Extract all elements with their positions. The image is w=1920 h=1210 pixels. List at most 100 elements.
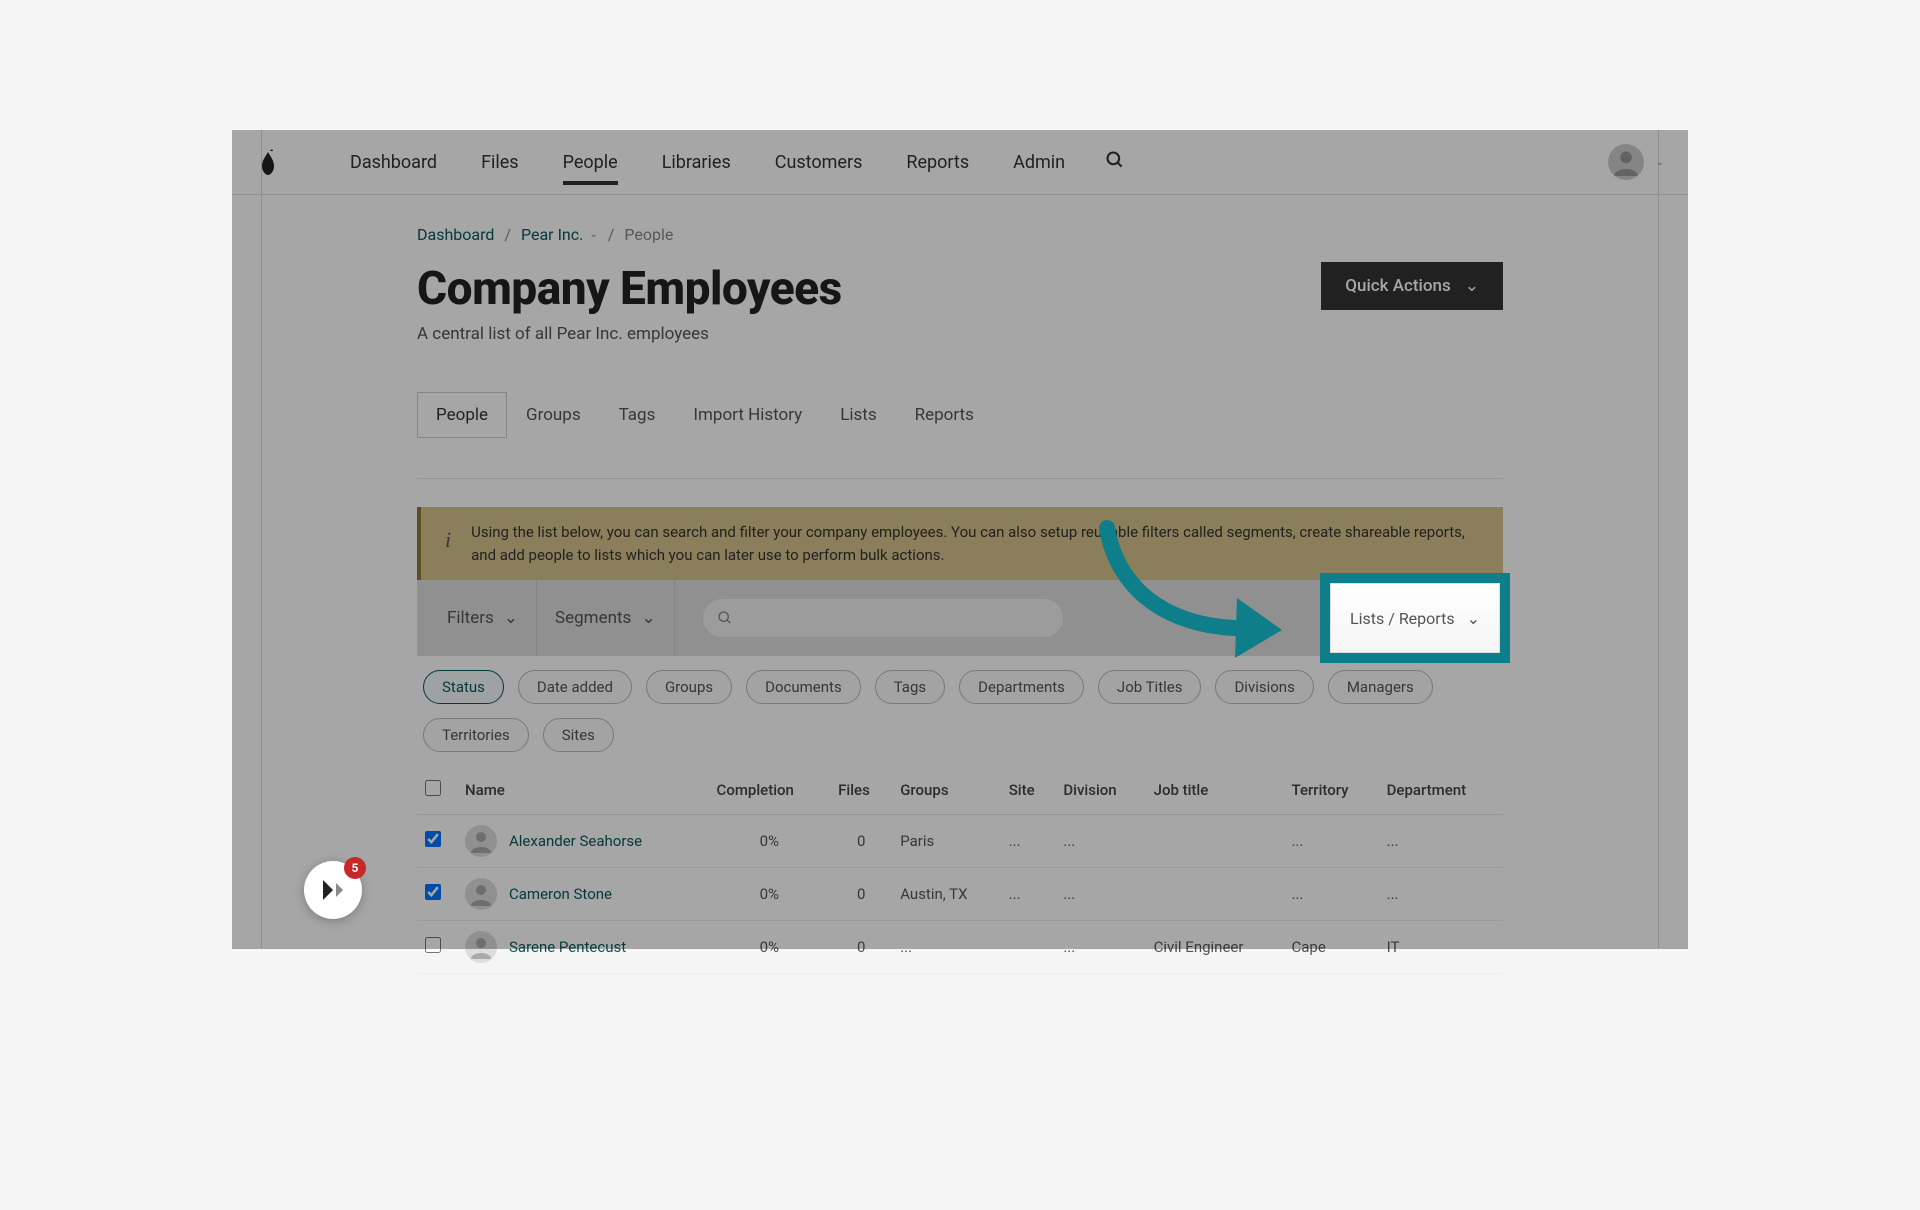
tab-lists[interactable]: Lists	[821, 392, 895, 438]
employee-name-link[interactable]: Alexander Seahorse	[509, 832, 642, 850]
segments-label: Segments	[555, 608, 631, 628]
annotation-arrow-icon	[1087, 518, 1307, 688]
cell-groups: Austin, TX	[892, 868, 1001, 921]
info-banner-text: Using the list below, you can search and…	[471, 521, 1479, 566]
cell-territory: Cape	[1284, 921, 1379, 974]
lists-reports-button[interactable]: Lists / Reports ⌄	[1330, 583, 1500, 653]
cell-division: ...	[1055, 868, 1145, 921]
cell-territory: ...	[1284, 815, 1379, 868]
filters-dropdown[interactable]: Filters ⌄	[447, 580, 537, 656]
segments-dropdown[interactable]: Segments ⌄	[537, 580, 675, 656]
quick-actions-label: Quick Actions	[1345, 276, 1450, 296]
filter-chip-status[interactable]: Status	[423, 670, 504, 704]
info-icon: i	[445, 521, 451, 556]
nav-link-admin[interactable]: Admin	[1013, 132, 1065, 193]
chevron-down-icon: ⌄	[504, 608, 518, 628]
top-navigation: Dashboard Files People Libraries Customers Re…	[232, 130, 1688, 195]
info-banner: i Using the list below, you can search a…	[417, 507, 1503, 580]
pear-logo-icon	[256, 148, 280, 176]
cell-site: ...	[1001, 815, 1056, 868]
cell-completion: 0%	[709, 815, 831, 868]
filters-label: Filters	[447, 608, 494, 628]
page-subtitle: A central list of all Pear Inc. employee…	[417, 324, 1503, 344]
filter-chip-territories[interactable]: Territories	[423, 718, 529, 752]
search-icon[interactable]	[1105, 150, 1125, 174]
breadcrumb-current: People	[624, 225, 673, 244]
cell-files: 0	[830, 815, 892, 868]
cell-groups: ...	[892, 921, 1001, 974]
filter-chip-sites[interactable]: Sites	[543, 718, 614, 752]
breadcrumb-link[interactable]: Dashboard	[417, 225, 494, 244]
nav-link-files[interactable]: Files	[481, 132, 519, 193]
table-row: Alexander Seahorse0%0Paris............	[417, 815, 1503, 868]
cell-site	[1001, 921, 1056, 974]
cell-files: 0	[830, 868, 892, 921]
cell-department: IT	[1379, 921, 1503, 974]
chevron-down-icon: ⌄	[589, 229, 597, 240]
column-header[interactable]: Name	[457, 766, 709, 815]
filter-chip-tags[interactable]: Tags	[875, 670, 945, 704]
nav-link-reports[interactable]: Reports	[906, 132, 969, 193]
search-input[interactable]	[703, 599, 1063, 637]
chat-icon	[318, 875, 348, 905]
column-header[interactable]: Job title	[1146, 766, 1284, 815]
person-avatar-icon	[465, 825, 497, 857]
filter-toolbar: Filters ⌄ Segments ⌄ nd Lists / Reports …	[417, 580, 1503, 656]
column-header[interactable]: Site	[1001, 766, 1056, 815]
cell-job	[1146, 868, 1284, 921]
breadcrumb-link[interactable]: Pear Inc.	[521, 225, 583, 244]
select-all-checkbox[interactable]	[425, 780, 441, 796]
lists-reports-label: Lists / Reports	[1350, 609, 1455, 628]
cell-completion: 0%	[709, 921, 831, 974]
filter-chip-date-added[interactable]: Date added	[518, 670, 632, 704]
cell-completion: 0%	[709, 868, 831, 921]
column-header[interactable]: Department	[1379, 766, 1503, 815]
cell-job	[1146, 815, 1284, 868]
row-checkbox[interactable]	[425, 831, 441, 847]
page-title: Company Employees	[417, 262, 842, 316]
nav-link-dashboard[interactable]: Dashboard	[350, 132, 437, 193]
lists-reports-highlight: Lists / Reports ⌄	[1320, 573, 1510, 663]
row-checkbox[interactable]	[425, 937, 441, 953]
cell-files: 0	[830, 921, 892, 974]
chat-widget[interactable]: 5	[304, 861, 362, 919]
nav-link-libraries[interactable]: Libraries	[662, 132, 731, 193]
column-header[interactable]: Territory	[1284, 766, 1379, 815]
employees-table: NameCompletionFilesGroupsSiteDivisionJob…	[417, 766, 1503, 974]
cell-division: ...	[1055, 815, 1145, 868]
table-row: Sarene Pentecust0%0......Civil EngineerC…	[417, 921, 1503, 974]
filter-chip-documents[interactable]: Documents	[746, 670, 861, 704]
person-avatar-icon	[465, 931, 497, 963]
tab-reports[interactable]: Reports	[896, 392, 993, 438]
column-header[interactable]: Division	[1055, 766, 1145, 815]
chevron-down-icon: ⌄	[1465, 276, 1479, 296]
column-header[interactable]: Groups	[892, 766, 1001, 815]
employee-name-link[interactable]: Sarene Pentecust	[509, 938, 626, 956]
filter-chip-groups[interactable]: Groups	[646, 670, 732, 704]
user-menu[interactable]: ⌄	[1608, 144, 1664, 180]
filter-chip-departments[interactable]: Departments	[959, 670, 1084, 704]
chat-notification-badge: 5	[344, 857, 366, 879]
search-icon	[717, 610, 733, 626]
cell-territory: ...	[1284, 868, 1379, 921]
nav-link-customers[interactable]: Customers	[775, 132, 863, 193]
column-header[interactable]: Completion	[709, 766, 831, 815]
person-avatar-icon	[465, 878, 497, 910]
table-row: Cameron Stone 0%0Austin, TX............	[417, 868, 1503, 921]
quick-actions-button[interactable]: Quick Actions ⌄	[1321, 262, 1503, 310]
tab-import-history[interactable]: Import History	[674, 392, 821, 438]
tab-people[interactable]: People	[417, 392, 507, 438]
cell-department: ...	[1379, 868, 1503, 921]
cell-department: ...	[1379, 815, 1503, 868]
column-header[interactable]: Files	[830, 766, 892, 815]
cell-site: ...	[1001, 868, 1056, 921]
user-avatar-icon	[1608, 144, 1644, 180]
row-checkbox[interactable]	[425, 884, 441, 900]
tab-groups[interactable]: Groups	[507, 392, 600, 438]
nav-link-people[interactable]: People	[563, 132, 618, 193]
breadcrumb: Dashboard/Pear Inc.⌄/People	[417, 225, 1503, 244]
tab-tags[interactable]: Tags	[600, 392, 675, 438]
filter-chip-managers[interactable]: Managers	[1328, 670, 1433, 704]
employee-name-link[interactable]: Cameron Stone	[509, 885, 612, 903]
chevron-down-icon: ⌄	[1656, 157, 1664, 168]
